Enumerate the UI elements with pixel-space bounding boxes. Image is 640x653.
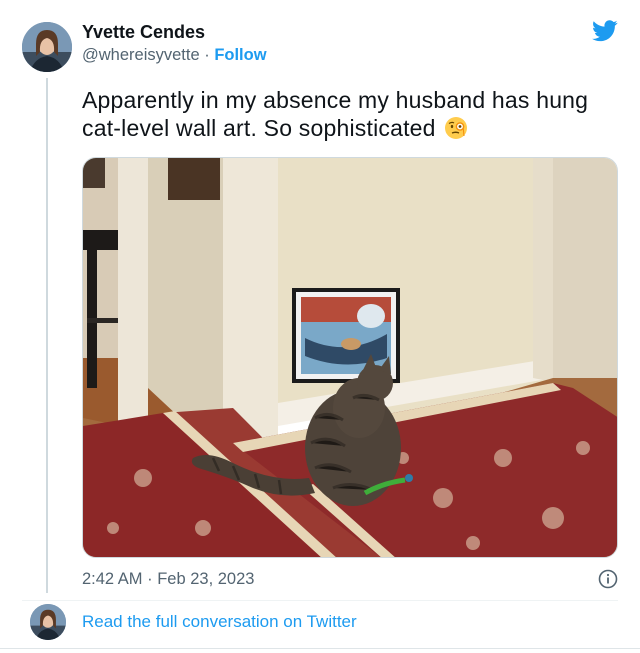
tweet-text-block: Apparently in my absence my husband has … [82, 86, 602, 142]
handle-separator: · [199, 46, 215, 64]
read-conversation-link[interactable]: Read the full conversation on Twitter [82, 612, 357, 632]
bottom-rule [0, 648, 640, 649]
author-handle-row: @whereisyvette · Follow [82, 46, 267, 65]
tweet-time: 2:42 AM [82, 570, 143, 588]
tweet-timestamp[interactable]: 2:42 AM · Feb 23, 2023 [82, 570, 254, 589]
tweet-date: Feb 23, 2023 [157, 570, 255, 588]
tweet-text: Apparently in my absence my husband has … [82, 87, 589, 141]
timestamp-separator: · [142, 570, 158, 588]
author-avatar[interactable] [22, 22, 72, 72]
footer-avatar[interactable] [30, 604, 66, 640]
author-name[interactable]: Yvette Cendes [82, 22, 205, 43]
footer-divider [22, 600, 618, 601]
info-icon[interactable] [598, 569, 618, 589]
face-with-monocle-icon [444, 116, 468, 140]
tweet-photo[interactable] [82, 157, 618, 558]
author-handle[interactable]: @whereisyvette [82, 46, 200, 64]
tweet-embed-card: Yvette Cendes @whereisyvette · Follow Ap… [0, 0, 640, 653]
follow-button[interactable]: Follow [214, 46, 266, 64]
twitter-bird-icon[interactable] [592, 20, 618, 42]
thread-line [46, 78, 48, 593]
